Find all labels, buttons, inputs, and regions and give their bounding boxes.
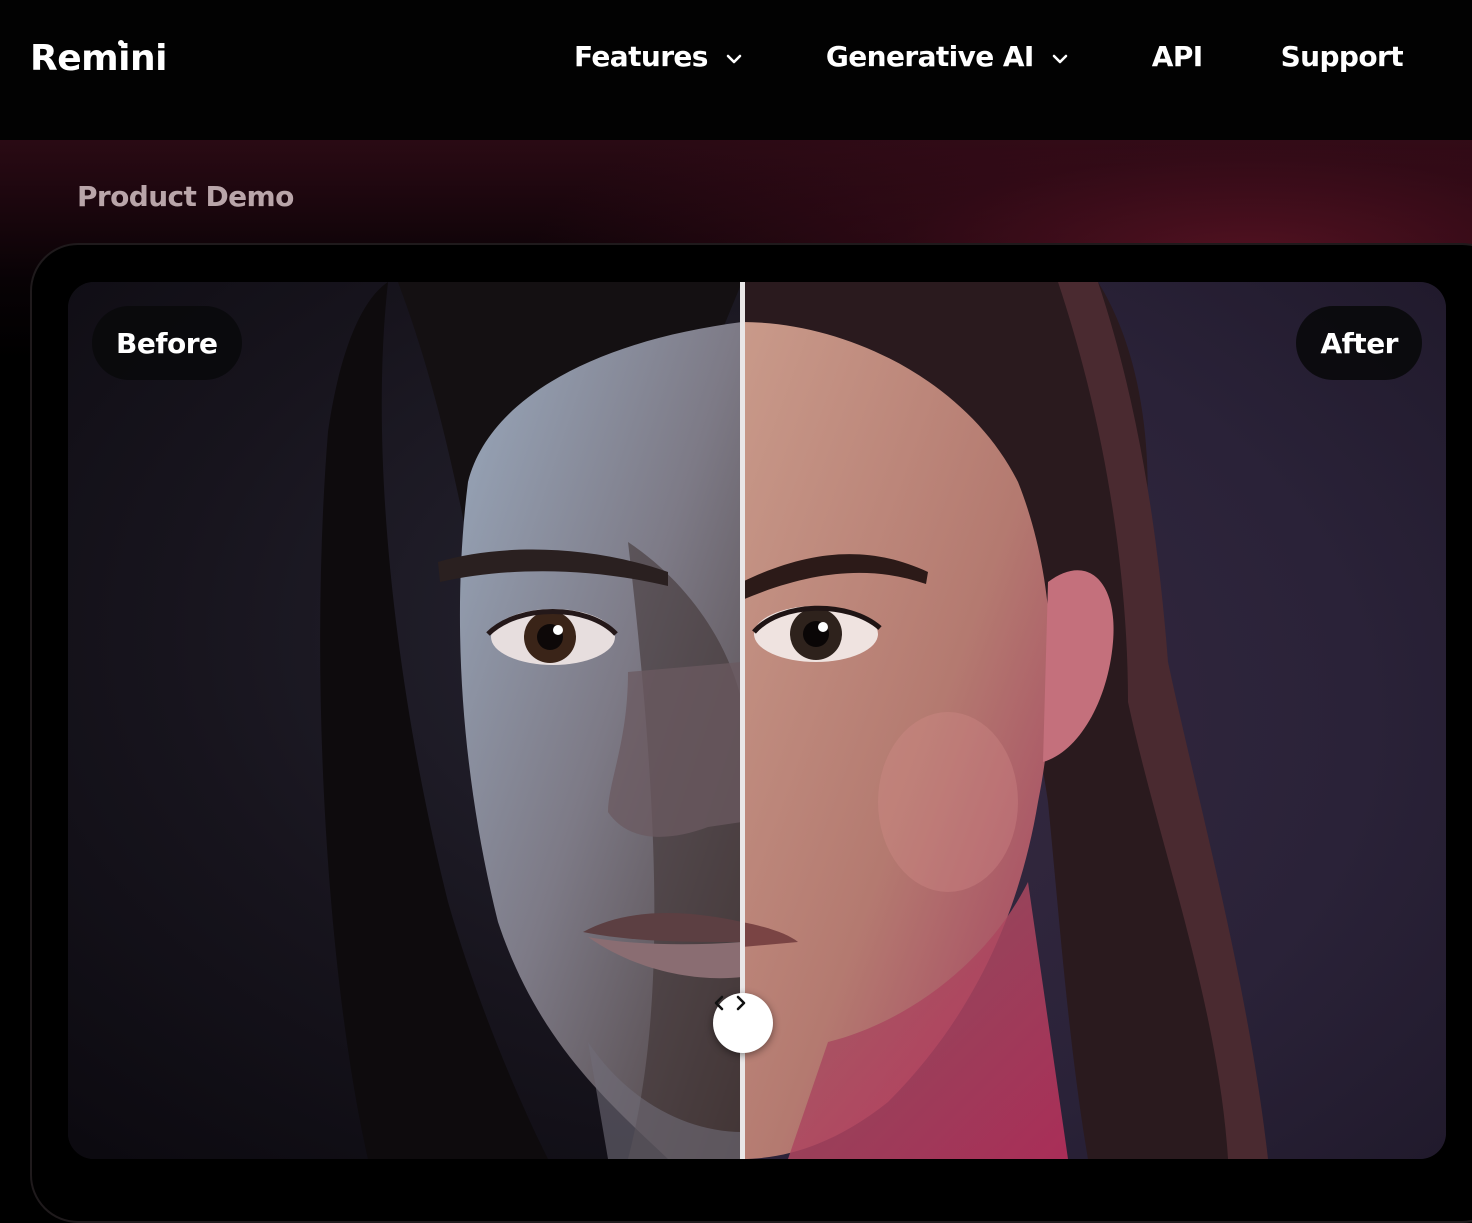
before-label: Before — [92, 306, 242, 380]
nav-generative-ai-label: Generative AI — [825, 39, 1034, 73]
nav-support[interactable]: Support — [1280, 38, 1404, 74]
chevron-down-icon — [726, 54, 742, 64]
logo-spark-icon — [118, 40, 124, 46]
nav-api[interactable]: API — [1152, 38, 1203, 74]
nav-support-label: Support — [1280, 39, 1404, 73]
chevrons-left-right-icon — [714, 995, 746, 1011]
main-nav: Features Generative AI API Support — [574, 38, 1404, 74]
slider-handle[interactable] — [713, 993, 773, 1053]
remini-logo[interactable]: Remini — [30, 38, 167, 79]
nav-generative-ai[interactable]: Generative AI — [826, 38, 1072, 74]
chevron-down-icon — [1052, 54, 1068, 64]
nav-api-label: API — [1151, 39, 1203, 73]
before-after-comparison[interactable]: Before After — [68, 282, 1446, 1159]
nav-features-label: Features — [574, 39, 708, 73]
nav-features[interactable]: Features — [574, 38, 746, 74]
after-label: After — [1296, 306, 1422, 380]
section-title: Product Demo — [77, 180, 294, 213]
top-navigation: Remini Features Generative AI API Suppor… — [0, 0, 1472, 140]
